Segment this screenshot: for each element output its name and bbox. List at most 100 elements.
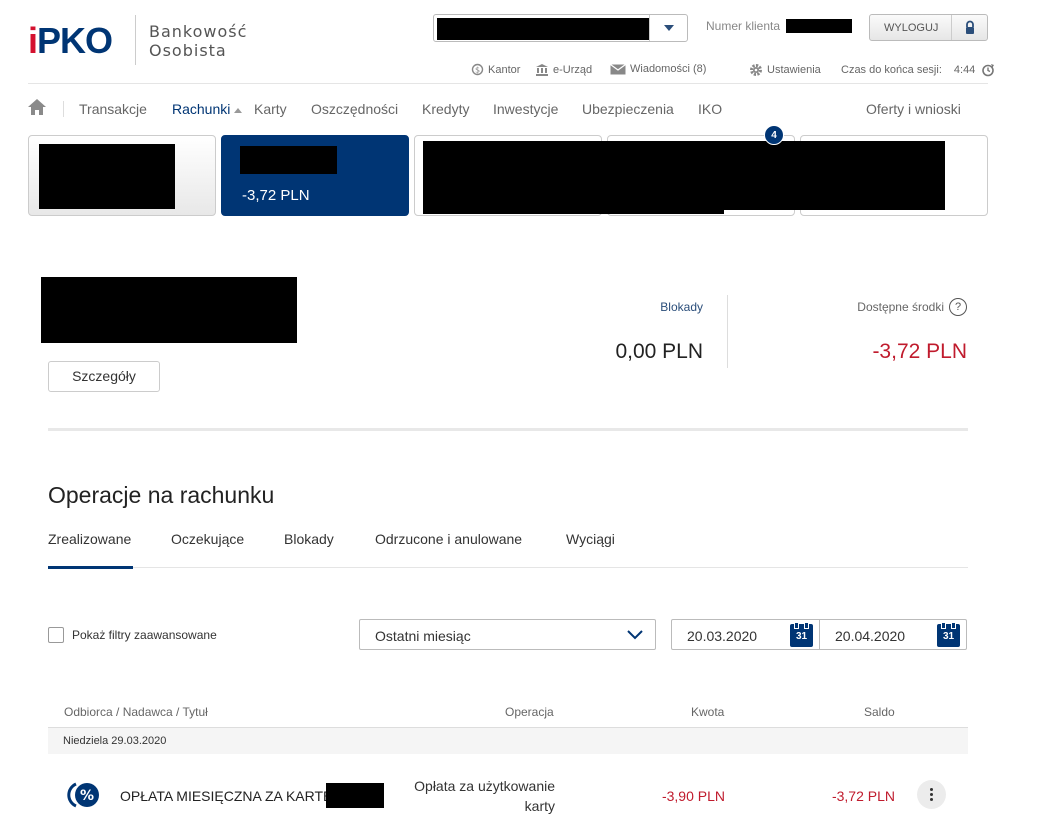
- redacted-tiles-block-2: [423, 205, 724, 214]
- caret-up-icon: [234, 107, 243, 113]
- svg-text:%: %: [80, 788, 94, 804]
- tab-wyciagi[interactable]: Wyciągi: [566, 531, 615, 547]
- kantor-label: Kantor: [488, 63, 521, 76]
- operation-type-line-2: karty: [524, 798, 555, 814]
- tab-blokady[interactable]: Blokady: [284, 531, 334, 547]
- settings-link[interactable]: Ustawienia: [749, 63, 821, 77]
- session-timer: Czas do końca sesji: 4:44: [841, 63, 995, 77]
- details-button[interactable]: Szczegóły: [48, 361, 160, 392]
- timer-refresh-icon[interactable]: [981, 63, 995, 77]
- svg-text:$: $: [475, 66, 480, 75]
- nav-rachunki[interactable]: Rachunki: [172, 101, 243, 117]
- kantor-link[interactable]: $ Kantor: [471, 63, 520, 76]
- period-value: Ostatni miesiąc: [375, 628, 471, 644]
- exchange-icon: $: [471, 63, 484, 76]
- tab-odrzucone[interactable]: Odrzucone i anulowane: [375, 531, 522, 547]
- brand-line-1: Bankowość: [149, 22, 248, 41]
- lock-icon: [966, 20, 974, 34]
- logout-label: WYLOGUJ: [884, 22, 939, 34]
- logo-pko: PKO: [37, 20, 113, 61]
- nav-inwestycje[interactable]: Inwestycje: [493, 101, 558, 117]
- active-tab-indicator: [48, 566, 133, 569]
- bank-building-icon: [536, 64, 548, 76]
- calendar-icon[interactable]: 31: [937, 622, 960, 647]
- date-group-label: Niedziela 29.03.2020: [63, 735, 167, 747]
- envelope-icon: [610, 63, 626, 74]
- redacted-account: [437, 18, 649, 40]
- home-icon[interactable]: [27, 98, 47, 116]
- nav-transakcje[interactable]: Transakcje: [79, 101, 147, 117]
- account-tile-1[interactable]: [28, 135, 216, 216]
- brand-text: Bankowość Osobista: [149, 22, 247, 60]
- operation-type-line-1: Opłata za użytkowanie: [414, 778, 555, 794]
- date-group-header: Niedziela 29.03.2020: [48, 728, 968, 754]
- nav-ubezpieczenia[interactable]: Ubezpieczenia: [582, 101, 674, 117]
- logout-separator: [951, 15, 952, 40]
- account-selector[interactable]: [433, 14, 688, 42]
- nav-oferty[interactable]: Oferty i wnioski: [866, 101, 961, 117]
- help-icon[interactable]: ?: [949, 298, 967, 316]
- available-funds-value: -3,72 PLN: [872, 340, 967, 363]
- nav-iko[interactable]: IKO: [698, 101, 722, 117]
- logo-divider: [135, 15, 136, 65]
- redacted-tile-content: [39, 144, 175, 209]
- calendar-icon[interactable]: 31: [790, 622, 813, 647]
- available-funds-label: Dostępne środki: [857, 300, 944, 314]
- advanced-filters-label[interactable]: Pokaż filtry zaawansowane: [72, 628, 217, 642]
- client-number-label: Numer klienta: [706, 19, 781, 33]
- blocks-label[interactable]: Blokady: [600, 300, 703, 314]
- operations-title: Operacje na rachunku: [48, 482, 275, 508]
- messages-label: Wiadomości (8): [630, 63, 707, 75]
- gear-icon: [750, 64, 762, 76]
- nav-divider: [63, 101, 64, 117]
- period-select[interactable]: Ostatni miesiąc: [359, 619, 656, 650]
- redacted-tiles-block: [423, 141, 945, 210]
- redacted-card-number: [326, 783, 384, 808]
- tabs-baseline: [48, 567, 968, 568]
- operation-balance: -3,72 PLN: [831, 788, 895, 804]
- brand-line-2: Osobista: [149, 41, 227, 60]
- tile-balance: -3,72 PLN: [242, 187, 310, 204]
- date-from-value: 20.03.2020: [687, 628, 758, 644]
- advanced-filters-checkbox[interactable]: [48, 627, 64, 643]
- session-time: 4:44: [953, 64, 976, 76]
- column-header-party[interactable]: Odbiorca / Nadawca / Tytuł: [64, 705, 208, 719]
- settings-label: Ustawienia: [767, 64, 821, 76]
- section-divider: [48, 428, 968, 431]
- nav-karty[interactable]: Karty: [254, 101, 287, 117]
- column-header-amount[interactable]: Kwota: [691, 705, 724, 719]
- eurzad-link[interactable]: e-Urząd: [535, 63, 592, 76]
- date-from-field[interactable]: 20.03.2020 31: [671, 619, 820, 650]
- operation-title[interactable]: OPŁATA MIESIĘCZNA ZA KARTĘ: [120, 788, 332, 804]
- notification-badge: 4: [764, 125, 784, 145]
- redacted-tile-name: [240, 146, 337, 174]
- tab-zrealizowane[interactable]: Zrealizowane: [48, 531, 131, 547]
- summary-divider: [727, 295, 728, 368]
- session-label: Czas do końca sesji:: [841, 64, 942, 76]
- chevron-down-icon: [627, 630, 643, 640]
- messages-link[interactable]: Wiadomości (8): [610, 63, 706, 75]
- account-tile-2-active[interactable]: -3,72 PLN: [221, 135, 409, 216]
- date-to-field[interactable]: 20.04.2020 31: [819, 619, 967, 650]
- operation-amount: -3,90 PLN: [661, 788, 725, 804]
- nav-rachunki-label: Rachunki: [172, 101, 231, 117]
- logo-i: i: [28, 20, 38, 61]
- nav-kredyty[interactable]: Kredyty: [422, 101, 469, 117]
- nav-oszczednosci[interactable]: Oszczędności: [311, 101, 398, 117]
- date-to-value: 20.04.2020: [835, 628, 906, 644]
- fee-percent-icon: %: [67, 782, 99, 808]
- logout-button[interactable]: WYLOGUJ: [869, 14, 988, 41]
- chevron-down-icon: [663, 25, 674, 31]
- dot: [930, 788, 933, 791]
- redacted-account-name: [41, 277, 297, 343]
- pko-logo[interactable]: iPKO: [28, 20, 113, 62]
- account-dropdown-button[interactable]: [649, 15, 687, 41]
- column-header-balance[interactable]: Saldo: [864, 705, 895, 719]
- column-header-operation[interactable]: Operacja: [505, 705, 554, 719]
- dot: [930, 793, 933, 796]
- header-divider: [28, 83, 988, 84]
- blocks-value: 0,00 PLN: [615, 340, 703, 363]
- operation-type: Opłata za użytkowanie karty: [380, 776, 555, 816]
- tab-oczekujace[interactable]: Oczekujące: [171, 531, 244, 547]
- more-options-button[interactable]: [917, 780, 946, 809]
